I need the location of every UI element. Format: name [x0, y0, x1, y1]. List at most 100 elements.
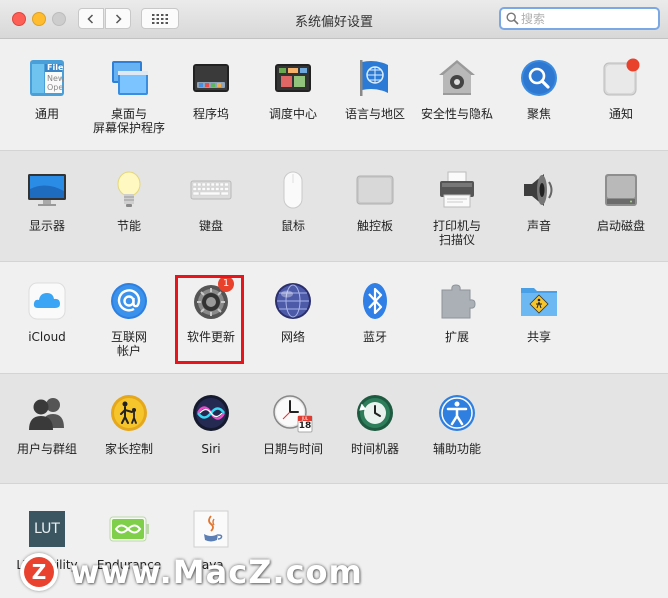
preferences-row-3: iCloud 互联网 帐户 1 软件更新 网络 蓝牙 扩展 共享 [0, 262, 668, 374]
date-time-icon: JUL 18 [272, 392, 314, 434]
mouse-icon [272, 169, 314, 211]
pref-parental-controls[interactable]: 家长控制 [88, 392, 170, 456]
watermark-logo: Z [20, 553, 58, 591]
endurance-icon [108, 508, 150, 550]
pref-label: 通知 [608, 107, 633, 121]
pref-label: 日期与时间 [262, 442, 323, 456]
pref-label: 家长控制 [104, 442, 153, 456]
extensions-icon [436, 280, 478, 322]
pref-time-machine[interactable]: 时间机器 [334, 392, 416, 456]
pref-label: 通用 [34, 107, 59, 121]
pref-label: 互联网 帐户 [110, 330, 147, 358]
desktop-screensaver-icon [108, 57, 150, 99]
pref-dock[interactable]: 程序坞 [170, 57, 252, 121]
spotlight-icon [518, 57, 560, 99]
preferences-row-1: File New Ope 通用 桌面与 屏幕保护程序 程序坞 调度中心 语言与地… [0, 39, 668, 151]
energy-saver-icon [108, 169, 150, 211]
pref-label: 鼠标 [280, 219, 305, 233]
search-input[interactable] [521, 10, 651, 27]
pref-label: 启动磁盘 [596, 219, 645, 233]
pref-notifications[interactable]: 通知 [580, 57, 662, 121]
pref-icloud[interactable]: iCloud [6, 280, 88, 344]
search-icon [506, 12, 519, 25]
mission-control-icon [272, 57, 314, 99]
pref-label: 蓝牙 [362, 330, 387, 344]
general-icon-open: Ope [47, 83, 64, 92]
printer-scanner-icon [436, 169, 478, 211]
pref-displays[interactable]: 显示器 [6, 169, 88, 233]
pref-mouse[interactable]: 鼠标 [252, 169, 334, 233]
time-machine-icon [354, 392, 396, 434]
pref-label: 触控板 [356, 219, 393, 233]
network-icon [272, 280, 314, 322]
pref-startup-disk[interactable]: 启动磁盘 [580, 169, 662, 233]
security-privacy-icon [436, 57, 478, 99]
search-field[interactable] [499, 7, 660, 30]
pref-label: 节能 [116, 219, 141, 233]
dock-icon [190, 57, 232, 99]
general-icon: File New Ope [26, 57, 68, 99]
preferences-row-2: 显示器 节能 键盘 鼠标 触控板 打印机与 扫描仪 声音 启动磁盘 [0, 151, 668, 262]
pref-users-groups[interactable]: 用户与群组 [6, 392, 88, 456]
notifications-icon [600, 57, 642, 99]
icloud-icon [26, 280, 68, 322]
accessibility-icon [436, 392, 478, 434]
siri-icon [190, 392, 232, 434]
pref-label: 用户与群组 [16, 442, 77, 456]
pref-printers-scanners[interactable]: 打印机与 扫描仪 [416, 169, 498, 247]
internet-accounts-icon [108, 280, 150, 322]
pref-label: 共享 [526, 330, 551, 344]
pref-spotlight[interactable]: 聚焦 [498, 57, 580, 121]
pref-sound[interactable]: 声音 [498, 169, 580, 233]
pref-label: 声音 [526, 219, 551, 233]
keyboard-icon [190, 169, 232, 211]
pref-label: 聚焦 [526, 107, 551, 121]
pref-siri[interactable]: Siri [170, 392, 252, 456]
pref-language-region[interactable]: 语言与地区 [334, 57, 416, 121]
pref-label: iCloud [28, 330, 66, 344]
lut-utility-icon: LUT [26, 508, 68, 550]
pref-label: 辅助功能 [432, 442, 481, 456]
lut-icon-text: LUT [34, 521, 60, 537]
pref-accessibility[interactable]: 辅助功能 [416, 392, 498, 456]
preferences-row-4: 用户与群组 家长控制 Siri JUL 18 日期与时间 时间机器 辅助功能 [0, 374, 668, 484]
pref-label: 桌面与 屏幕保护程序 [92, 107, 165, 135]
pref-network[interactable]: 网络 [252, 280, 334, 344]
sharing-icon [518, 280, 560, 322]
pref-mission-control[interactable]: 调度中心 [252, 57, 334, 121]
pref-label: 键盘 [198, 219, 223, 233]
pref-label: Siri [201, 442, 221, 456]
java-icon [190, 508, 232, 550]
calendar-day: 18 [298, 421, 312, 431]
pref-label: 显示器 [28, 219, 65, 233]
pref-internet-accounts[interactable]: 互联网 帐户 [88, 280, 170, 358]
pref-trackpad[interactable]: 触控板 [334, 169, 416, 233]
displays-icon [26, 169, 68, 211]
watermark: Z www.MacZ.com [20, 552, 363, 592]
pref-security-privacy[interactable]: 安全性与隐私 [416, 57, 498, 121]
pref-label: 程序坞 [192, 107, 229, 121]
pref-label: 扩展 [444, 330, 469, 344]
pref-label: 安全性与隐私 [420, 107, 493, 121]
language-region-icon [354, 57, 396, 99]
pref-date-time[interactable]: JUL 18 日期与时间 [252, 392, 334, 456]
watermark-text: www.MacZ.com [70, 553, 363, 591]
pref-keyboard[interactable]: 键盘 [170, 169, 252, 233]
pref-label: 调度中心 [268, 107, 317, 121]
general-icon-new: New [47, 74, 65, 83]
users-groups-icon [26, 392, 68, 434]
pref-label: 网络 [280, 330, 305, 344]
sound-icon [518, 169, 560, 211]
bluetooth-icon [354, 280, 396, 322]
startup-disk-icon [600, 169, 642, 211]
watermark-badge-letter: Z [24, 557, 54, 587]
pref-energy-saver[interactable]: 节能 [88, 169, 170, 233]
trackpad-icon [354, 169, 396, 211]
pref-bluetooth[interactable]: 蓝牙 [334, 280, 416, 344]
pref-desktop-screensaver[interactable]: 桌面与 屏幕保护程序 [88, 57, 170, 135]
pref-extensions[interactable]: 扩展 [416, 280, 498, 344]
pref-general[interactable]: File New Ope 通用 [6, 57, 88, 121]
pref-label: 语言与地区 [344, 107, 405, 121]
pref-sharing[interactable]: 共享 [498, 280, 580, 344]
pref-label: 时间机器 [350, 442, 399, 456]
